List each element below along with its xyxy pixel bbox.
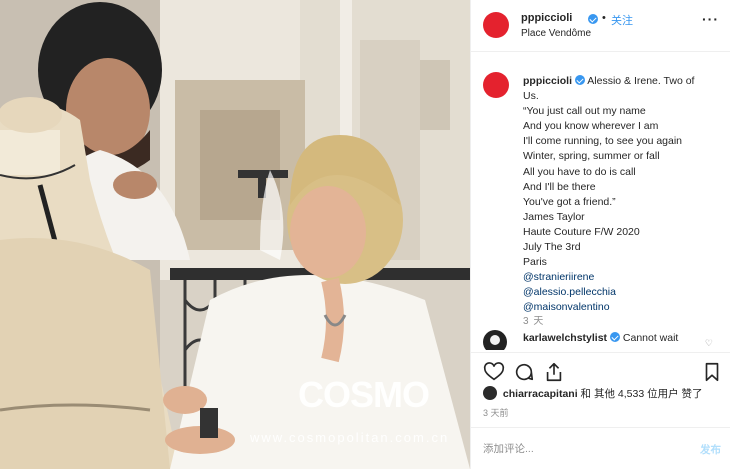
post-header: pppiccioli • 关注 Place Vendôme ··· xyxy=(471,0,730,52)
instagram-post-view: COSMO www.cosmopolitan.com.cn pppiccioli… xyxy=(0,0,730,469)
post-comment-button[interactable]: 发布 xyxy=(700,442,721,457)
watermark-url: www.cosmopolitan.com.cn xyxy=(250,430,450,445)
likes-text[interactable]: 和 其他 4,533 位用户 赞了 xyxy=(581,388,703,400)
comment-text-wrap: karlawelchstylist Cannot wait xyxy=(523,332,678,344)
caption-line: Haute Couture F/W 2020 xyxy=(523,225,640,238)
liker-avatar[interactable] xyxy=(483,386,497,400)
verified-badge-icon xyxy=(609,332,620,342)
caption-line: All you have to do is call xyxy=(523,165,636,178)
commenter-avatar[interactable] xyxy=(483,330,507,350)
watermark-logo: COSMO xyxy=(298,374,430,415)
mention-link[interactable]: @alessio.pellecchia xyxy=(523,285,723,300)
caption-time: 3 天 xyxy=(523,316,545,327)
heart-icon[interactable] xyxy=(483,361,505,383)
caption-line: James Taylor xyxy=(523,210,585,223)
liker-username[interactable]: chiarracapitani xyxy=(503,388,578,400)
caption-line: And I'll be there xyxy=(523,180,596,193)
caption-line: I'll come running, to see you again xyxy=(523,135,683,148)
likes-summary: chiarracapitani 和 其他 4,533 位用户 赞了 xyxy=(483,386,730,404)
caption-line: “You just call out my name xyxy=(523,105,646,118)
comment-input[interactable] xyxy=(483,439,673,459)
location-link[interactable]: Place Vendôme xyxy=(521,28,591,39)
share-icon[interactable] xyxy=(543,361,565,383)
comment-input-bar: 发布 xyxy=(471,427,730,469)
comment-icon[interactable] xyxy=(513,361,535,383)
caption-line: Paris xyxy=(523,256,547,269)
caption-line: Winter, spring, summer or fall xyxy=(523,150,660,163)
caption-line: July The 3rd xyxy=(523,241,581,254)
author-username[interactable]: pppiccioli xyxy=(521,12,572,24)
more-horizontal-icon[interactable]: ··· xyxy=(702,12,719,26)
caption-line: Alessio & Irene. Two of xyxy=(587,75,695,87)
verified-badge-icon xyxy=(588,14,598,24)
action-bar xyxy=(471,352,730,386)
caption-author-avatar[interactable] xyxy=(483,72,509,98)
verified-badge-icon xyxy=(574,75,585,85)
comment-like-icon[interactable]: ♡ xyxy=(705,338,713,349)
separator-dot: • xyxy=(602,12,606,24)
commenter-username[interactable]: karlawelchstylist xyxy=(523,332,607,344)
mention-link[interactable]: @maisonvalentino xyxy=(523,300,723,315)
follow-button[interactable]: 关注 xyxy=(611,12,633,28)
bookmark-icon[interactable] xyxy=(701,361,723,383)
author-avatar[interactable] xyxy=(483,12,509,38)
post-photo[interactable]: COSMO www.cosmopolitan.com.cn xyxy=(0,0,470,469)
mention-link[interactable]: @stranieriirene xyxy=(523,270,723,285)
post-time: 3 天前 xyxy=(483,408,509,418)
post-caption: pppiccioli Alessio & Irene. Two of Us. “… xyxy=(523,74,723,316)
comment-row: karlawelchstylist Cannot wait ♡ xyxy=(471,328,730,350)
caption-username[interactable]: pppiccioli xyxy=(523,75,572,87)
caption-line: You've got a friend.” xyxy=(523,195,616,208)
comment-text: Cannot wait xyxy=(622,332,679,344)
caption-line: Us. xyxy=(523,90,539,103)
post-side-panel: pppiccioli • 关注 Place Vendôme ··· pppicc… xyxy=(470,0,730,469)
caption-line: And you know wherever I am xyxy=(523,120,659,133)
